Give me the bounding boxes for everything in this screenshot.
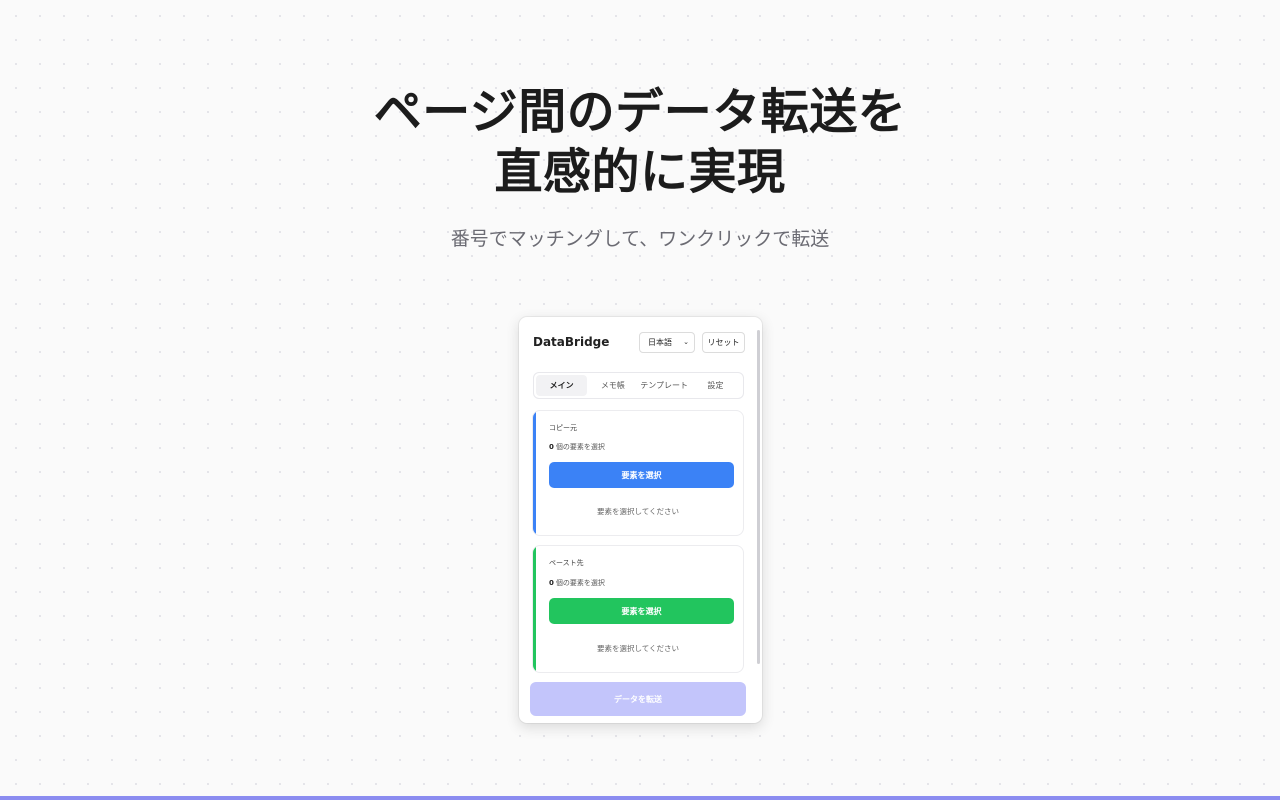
target-count: 0 個の要素を選択 (549, 578, 605, 588)
language-select[interactable]: 日本語 ⌄ (639, 331, 695, 353)
transfer-button[interactable]: データを転送 (530, 682, 746, 716)
source-count-value: 0 (549, 443, 554, 451)
popup-scrollbar[interactable] (757, 330, 760, 664)
tab-notepad[interactable]: メモ帳 (587, 375, 638, 396)
tab-templates[interactable]: テンプレート (639, 375, 690, 396)
hero-title-line1: ページ間のデータ転送を (373, 84, 907, 140)
source-label: コピー元 (549, 424, 577, 432)
source-hint: 要素を選択してください (596, 507, 680, 516)
tab-settings[interactable]: 設定 (690, 375, 741, 396)
hero-title-line2: 直感的に実現 (494, 144, 786, 200)
source-panel: コピー元 0 個の要素を選択 要素を選択 要素を選択してください (532, 410, 744, 536)
chevron-down-icon: ⌄ (683, 338, 689, 346)
target-label: ペースト先 (549, 559, 584, 567)
reset-button[interactable]: リセット (702, 331, 745, 353)
target-hint: 要素を選択してください (596, 644, 680, 653)
source-count: 0 個の要素を選択 (549, 442, 605, 452)
target-count-value: 0 (549, 579, 554, 587)
hero-title: ページ間のデータ転送を 直感的に実現 (0, 82, 1280, 202)
bottom-accent-strip (0, 796, 1280, 800)
source-select-button[interactable]: 要素を選択 (549, 462, 734, 488)
target-select-button[interactable]: 要素を選択 (549, 598, 734, 624)
target-panel: ペースト先 0 個の要素を選択 要素を選択 要素を選択してください (532, 545, 744, 673)
tab-main[interactable]: メイン (536, 375, 588, 396)
extension-popup: DataBridge 日本語 ⌄ リセット メイン メモ帳 テンプレート 設定 … (519, 317, 762, 723)
header-controls: 日本語 ⌄ リセット (639, 331, 745, 353)
language-select-value: 日本語 (648, 337, 672, 347)
popup-header: DataBridge 日本語 ⌄ リセット (533, 329, 745, 355)
hero-subtitle: 番号でマッチングして、ワンクリックで転送 (450, 228, 830, 250)
brand-name: DataBridge (533, 335, 610, 349)
tab-bar: メイン メモ帳 テンプレート 設定 (533, 372, 744, 399)
source-count-suffix: 個の要素を選択 (555, 443, 605, 451)
target-count-suffix: 個の要素を選択 (555, 579, 605, 587)
